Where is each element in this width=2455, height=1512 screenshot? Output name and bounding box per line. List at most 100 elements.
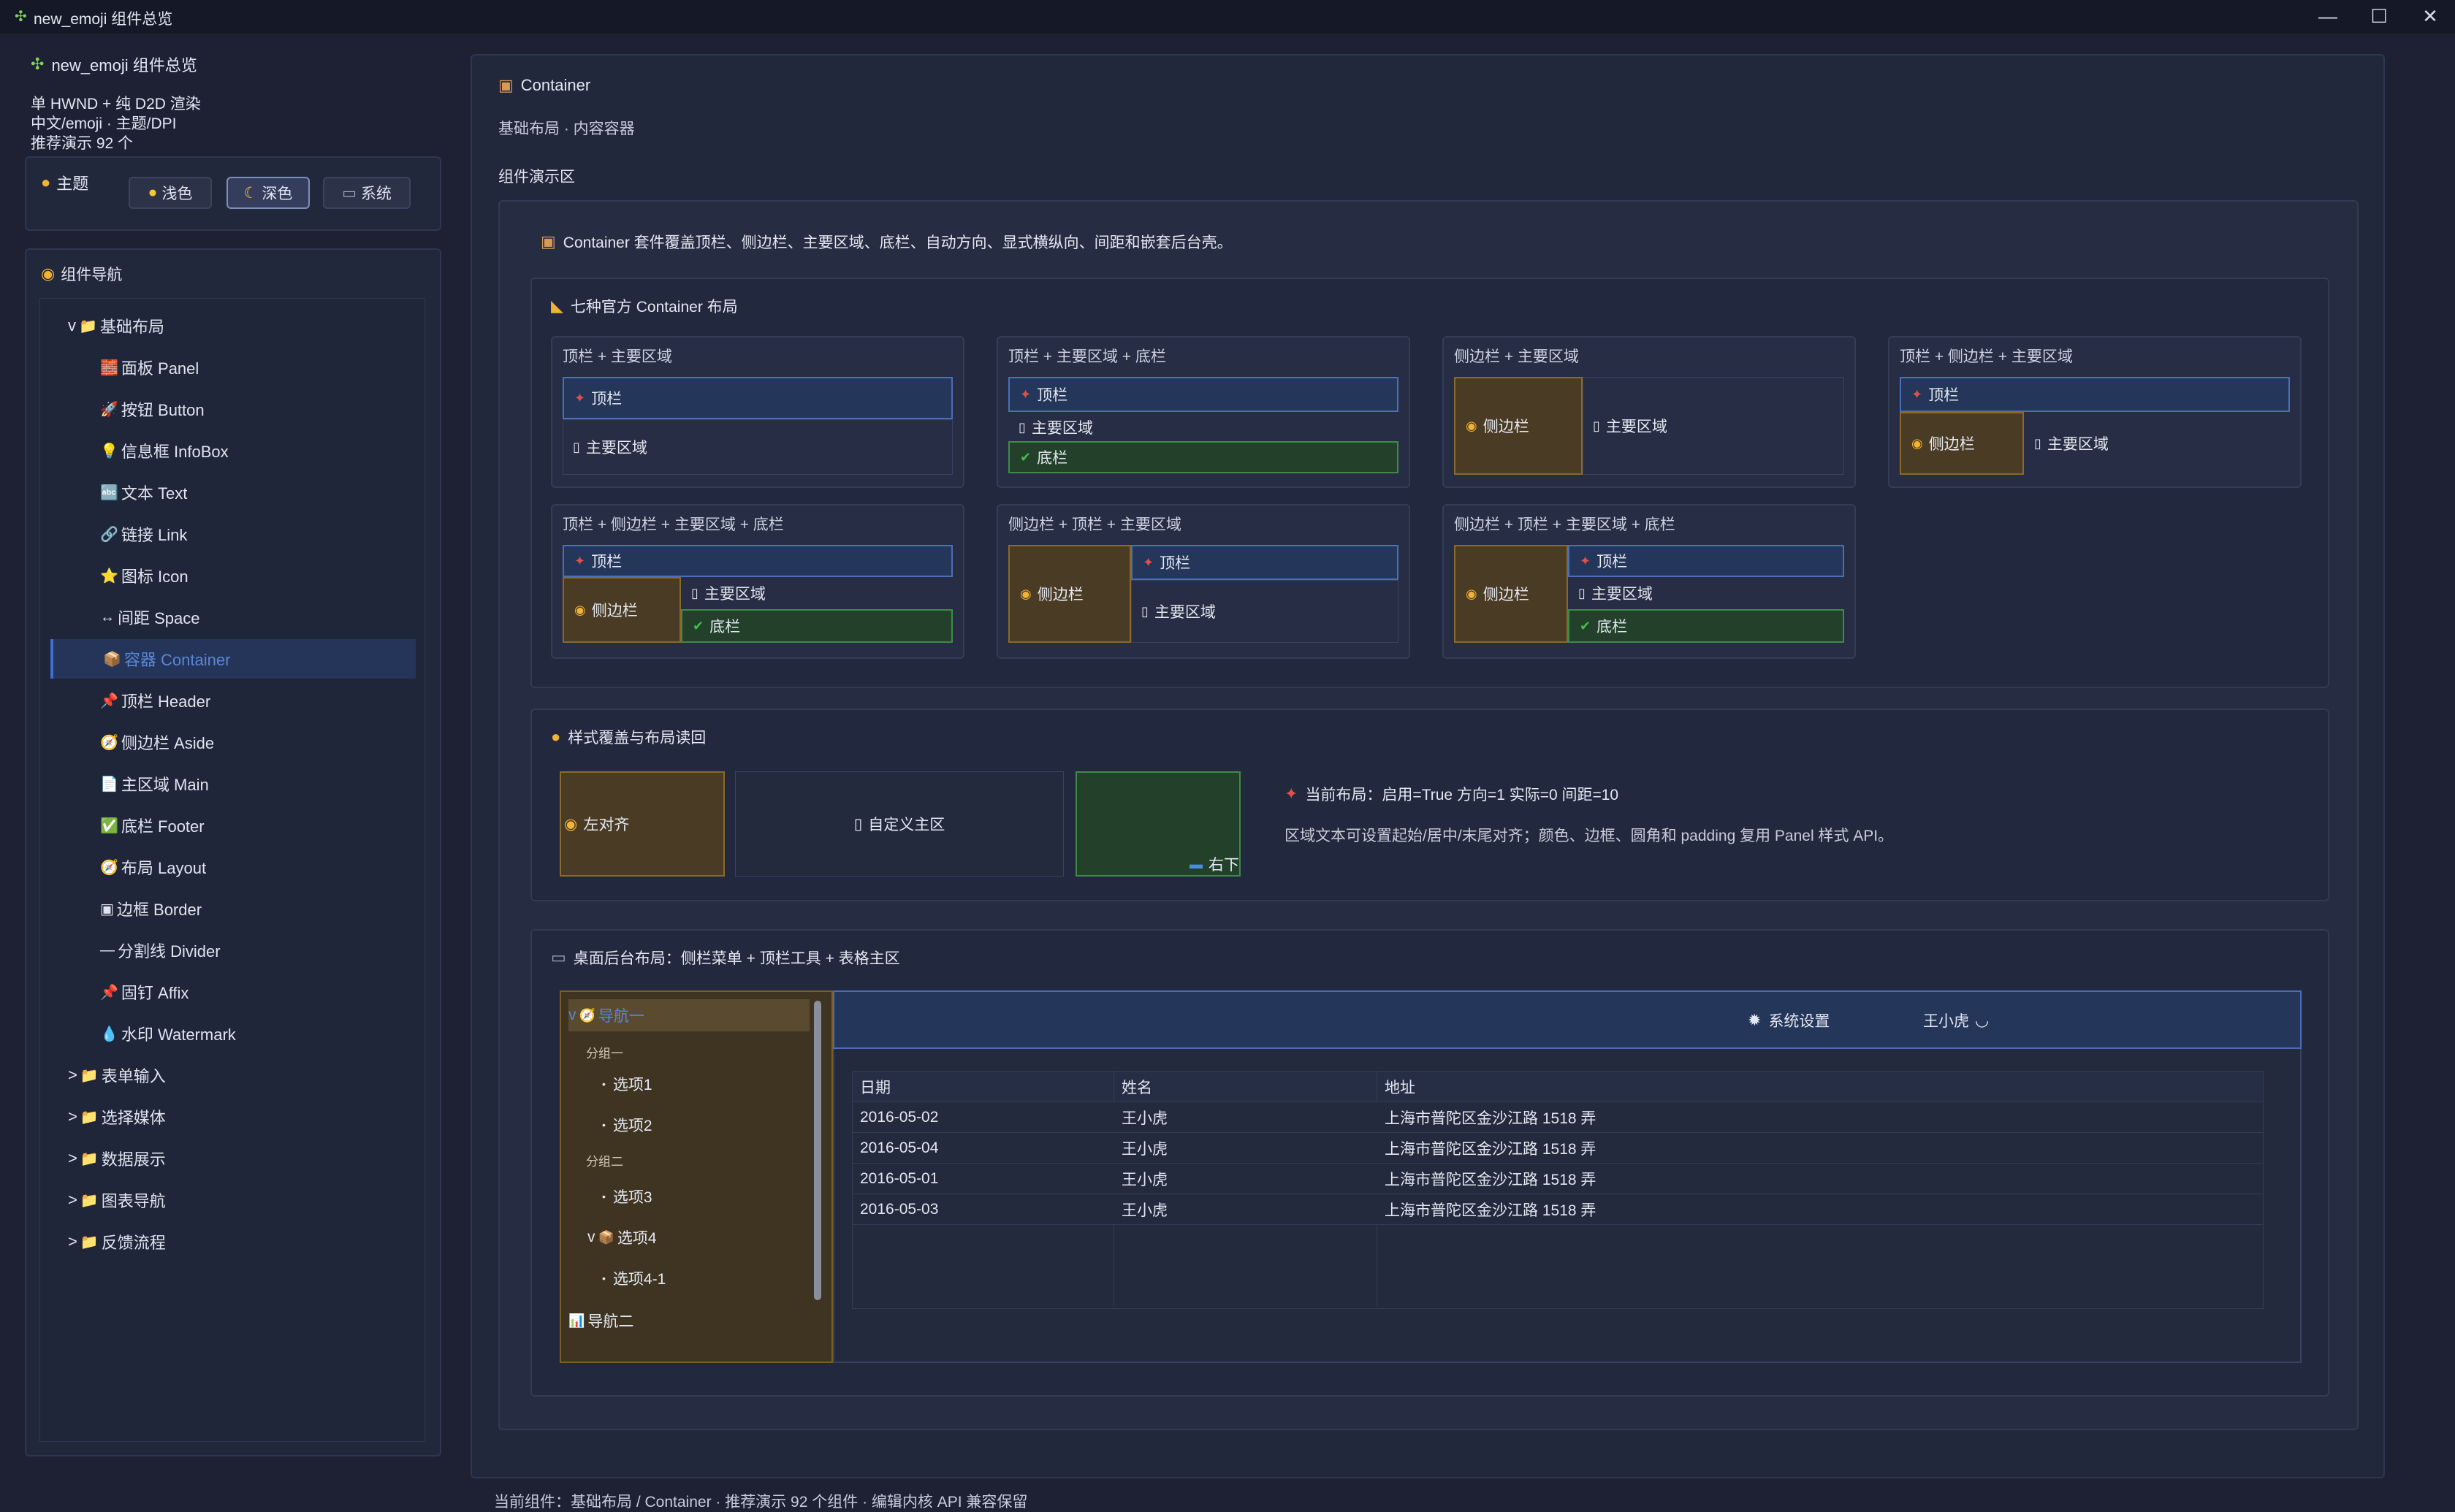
admin-menu-item[interactable]: • 选项2	[602, 1109, 652, 1141]
admin-card: ▭ 桌面后台布局：侧栏菜单 + 顶栏工具 + 表格主区 v 🧭 导航一 分组一 • 选项1…	[530, 929, 2329, 1397]
nav-item[interactable]: 💡 信息框 InfoBox	[50, 431, 416, 470]
nav-item[interactable]: 🔗 链接 Link	[50, 514, 416, 554]
nav-item[interactable]: 📦 容器 Container	[50, 639, 416, 679]
puzzle-icon: ✣	[15, 9, 27, 25]
nav-item[interactable]: 📌 固钉 Affix	[50, 972, 416, 1012]
expand-toggle[interactable]: >	[68, 1149, 77, 1168]
theme-light-button[interactable]: ● 浅色	[129, 177, 212, 209]
expand-toggle[interactable]: v	[587, 1229, 595, 1246]
column-header[interactable]: 日期	[853, 1072, 1114, 1101]
nav-item[interactable]: ⭐ 图标 Icon	[50, 556, 416, 595]
column-header[interactable]: 地址	[1377, 1072, 2261, 1101]
admin-menu-item[interactable]: 分组一	[586, 1036, 623, 1068]
nav-item[interactable]: > 📁 图表导航	[50, 1180, 416, 1220]
nav-item[interactable]: 📄 主区域 Main	[50, 764, 416, 803]
admin-menu-item[interactable]: • 选项4-1	[602, 1262, 666, 1294]
nav-item-label: 表单输入	[101, 1067, 166, 1085]
table-row[interactable]: 2016-05-01 王小虎 上海市普陀区金沙江路 1518 弄	[853, 1164, 2263, 1194]
theme-dark-button[interactable]: ☾ 深色	[227, 177, 310, 209]
nav-icon: 📁	[80, 1067, 99, 1084]
admin-menu-item[interactable]: v 🧭 导航一	[568, 999, 810, 1031]
expand-toggle[interactable]: >	[68, 1191, 77, 1210]
footer-region: ✔ 底栏	[1568, 609, 1844, 643]
nav-item[interactable]: — 分割线 Divider	[50, 931, 416, 970]
aside-region: ◉ 侧边栏	[563, 577, 681, 643]
table-cell: 王小虎	[1122, 1171, 1168, 1188]
admin-aside: v 🧭 导航一分组一 • 选项1 • 选项2 分组二 • 选项3 v 📦 选项4 • 选项4-1 📊 导航二	[560, 990, 833, 1363]
compass-icon: ◉	[574, 602, 586, 617]
table-row[interactable]: 2016-05-02 王小虎 上海市普陀区金沙江路 1518 弄	[853, 1102, 2263, 1133]
pin-icon: ✦	[1284, 784, 1298, 803]
table-cell: 上海市普陀区金沙江路 1518 弄	[1385, 1110, 1596, 1127]
nav-item-label: 文本 Text	[121, 484, 188, 503]
nav-icon: ✅	[100, 817, 118, 834]
pin-icon: ✦	[1911, 386, 1923, 402]
close-button[interactable]: ✕	[2408, 1, 2452, 31]
admin-menu-item[interactable]: • 选项3	[602, 1180, 652, 1213]
main-region: ▯ 主要区域	[1593, 418, 1667, 436]
minimize-button[interactable]: —	[2306, 1, 2350, 31]
admin-menu-label: 选项2	[612, 1118, 652, 1134]
footer-region: ✔ 底栏	[1008, 441, 1398, 473]
page-icon: ▯	[1578, 585, 1586, 600]
header-region: ✦ 顶栏	[563, 377, 953, 419]
admin-menu-item[interactable]: 📊 导航二	[568, 1305, 633, 1337]
nav-item[interactable]: 🧭 侧边栏 Aside	[50, 722, 416, 762]
box-icon: ▣	[541, 232, 556, 251]
nav-item[interactable]: 📌 顶栏 Header	[50, 681, 416, 720]
expand-toggle[interactable]: v	[68, 316, 76, 335]
compass-icon: ◉	[41, 264, 56, 283]
header-region: ✦ 顶栏	[1900, 377, 2290, 412]
main-region: ▯ 主要区域	[1578, 585, 1653, 603]
header-region: ✦ 顶栏	[563, 545, 953, 577]
theme-system-button[interactable]: ▭ 系统	[323, 177, 411, 209]
nav-item[interactable]: 🧱 面板 Panel	[50, 348, 416, 387]
nav-item[interactable]: 🔤 文本 Text	[50, 473, 416, 512]
nav-item[interactable]: > 📁 数据展示	[50, 1139, 416, 1178]
layout-example: 侧边栏 + 主要区域 ◉ 侧边栏 ▯ 主要区域	[1442, 336, 1856, 488]
main-region: ▯ 主要区域	[1019, 419, 1093, 438]
sidebar-app-title: ✣ new_emoji 组件总览	[31, 55, 197, 75]
expand-toggle[interactable]: >	[68, 1066, 77, 1085]
nav-item[interactable]: ✅ 底栏 Footer	[50, 806, 416, 845]
nav-icon: 🧭	[100, 734, 118, 751]
admin-menu-item[interactable]: v 📦 选项4	[587, 1221, 657, 1253]
data-table: 日期 姓名 地址 2016-05-02 王小虎 上海市普陀区金沙江路 1518 弄 2016…	[852, 1071, 2264, 1309]
nav-item-label: 数据展示	[101, 1150, 166, 1169]
nav-item[interactable]: 💧 水印 Watermark	[50, 1014, 416, 1053]
nav-item[interactable]: > 📁 选择媒体	[50, 1097, 416, 1137]
nav-item[interactable]: ↔ 间距 Space	[50, 597, 416, 637]
layout-status: ✦ 当前布局：启用=True 方向=1 实际=0 间距=10	[1284, 784, 1619, 803]
nav-item[interactable]: v 📁 基础布局	[50, 306, 416, 345]
nav-item[interactable]: > 📁 反馈流程	[50, 1222, 416, 1261]
title-bar: ✣ new_emoji 组件总览 — ☐ ✕	[0, 0, 2455, 34]
scrollbar[interactable]	[814, 1001, 821, 1300]
layout-example: 侧边栏 + 顶栏 + 主要区域 ◉ 侧边栏 ✦ 顶栏 ▯ 主要区域	[997, 504, 1410, 659]
main-region: ▯ 主要区域	[1141, 603, 1216, 622]
theme-title: ● 主题	[41, 173, 89, 193]
expand-toggle[interactable]: >	[68, 1232, 77, 1251]
maximize-button[interactable]: ☐	[2357, 1, 2401, 31]
expand-toggle[interactable]: >	[68, 1107, 77, 1126]
gear-icon: ✹	[1748, 1011, 1762, 1029]
nav-tree: v 📁 基础布局 🧱 面板 Panel 🚀 按钮 Button 💡 信息框 InfoBox 🔤 文本…	[39, 298, 425, 1442]
settings-button[interactable]: ✹ 系统设置	[1748, 1009, 1830, 1031]
user-menu[interactable]: 王小虎 ◡	[1923, 1009, 1989, 1031]
nav-item[interactable]: 🚀 按钮 Button	[50, 389, 416, 429]
nav-item-label: 按钮 Button	[121, 401, 205, 419]
table-row[interactable]: 2016-05-03 王小虎 上海市普陀区金沙江路 1518 弄	[853, 1194, 2263, 1225]
table-row[interactable]: 2016-05-04 王小虎 上海市普陀区金沙江路 1518 弄	[853, 1133, 2263, 1164]
main-region: ▯ 主要区域	[691, 585, 766, 603]
nav-item[interactable]: 🧭 布局 Layout	[50, 847, 416, 887]
expand-toggle[interactable]: v	[568, 1007, 576, 1024]
nav-icon: ⭐	[100, 568, 118, 584]
nav-item[interactable]: ▣ 边框 Border	[50, 889, 416, 928]
nav-item-label: 顶栏 Header	[121, 692, 211, 711]
nav-icon: 📁	[80, 1234, 99, 1251]
admin-menu-item[interactable]: 分组二	[586, 1144, 623, 1176]
nav-item-label: 底栏 Footer	[121, 817, 205, 836]
nav-item-label: 水印 Watermark	[121, 1026, 236, 1044]
admin-menu-item[interactable]: • 选项1	[602, 1068, 652, 1100]
column-header[interactable]: 姓名	[1114, 1072, 1377, 1101]
nav-item[interactable]: > 📁 表单输入	[50, 1055, 416, 1095]
